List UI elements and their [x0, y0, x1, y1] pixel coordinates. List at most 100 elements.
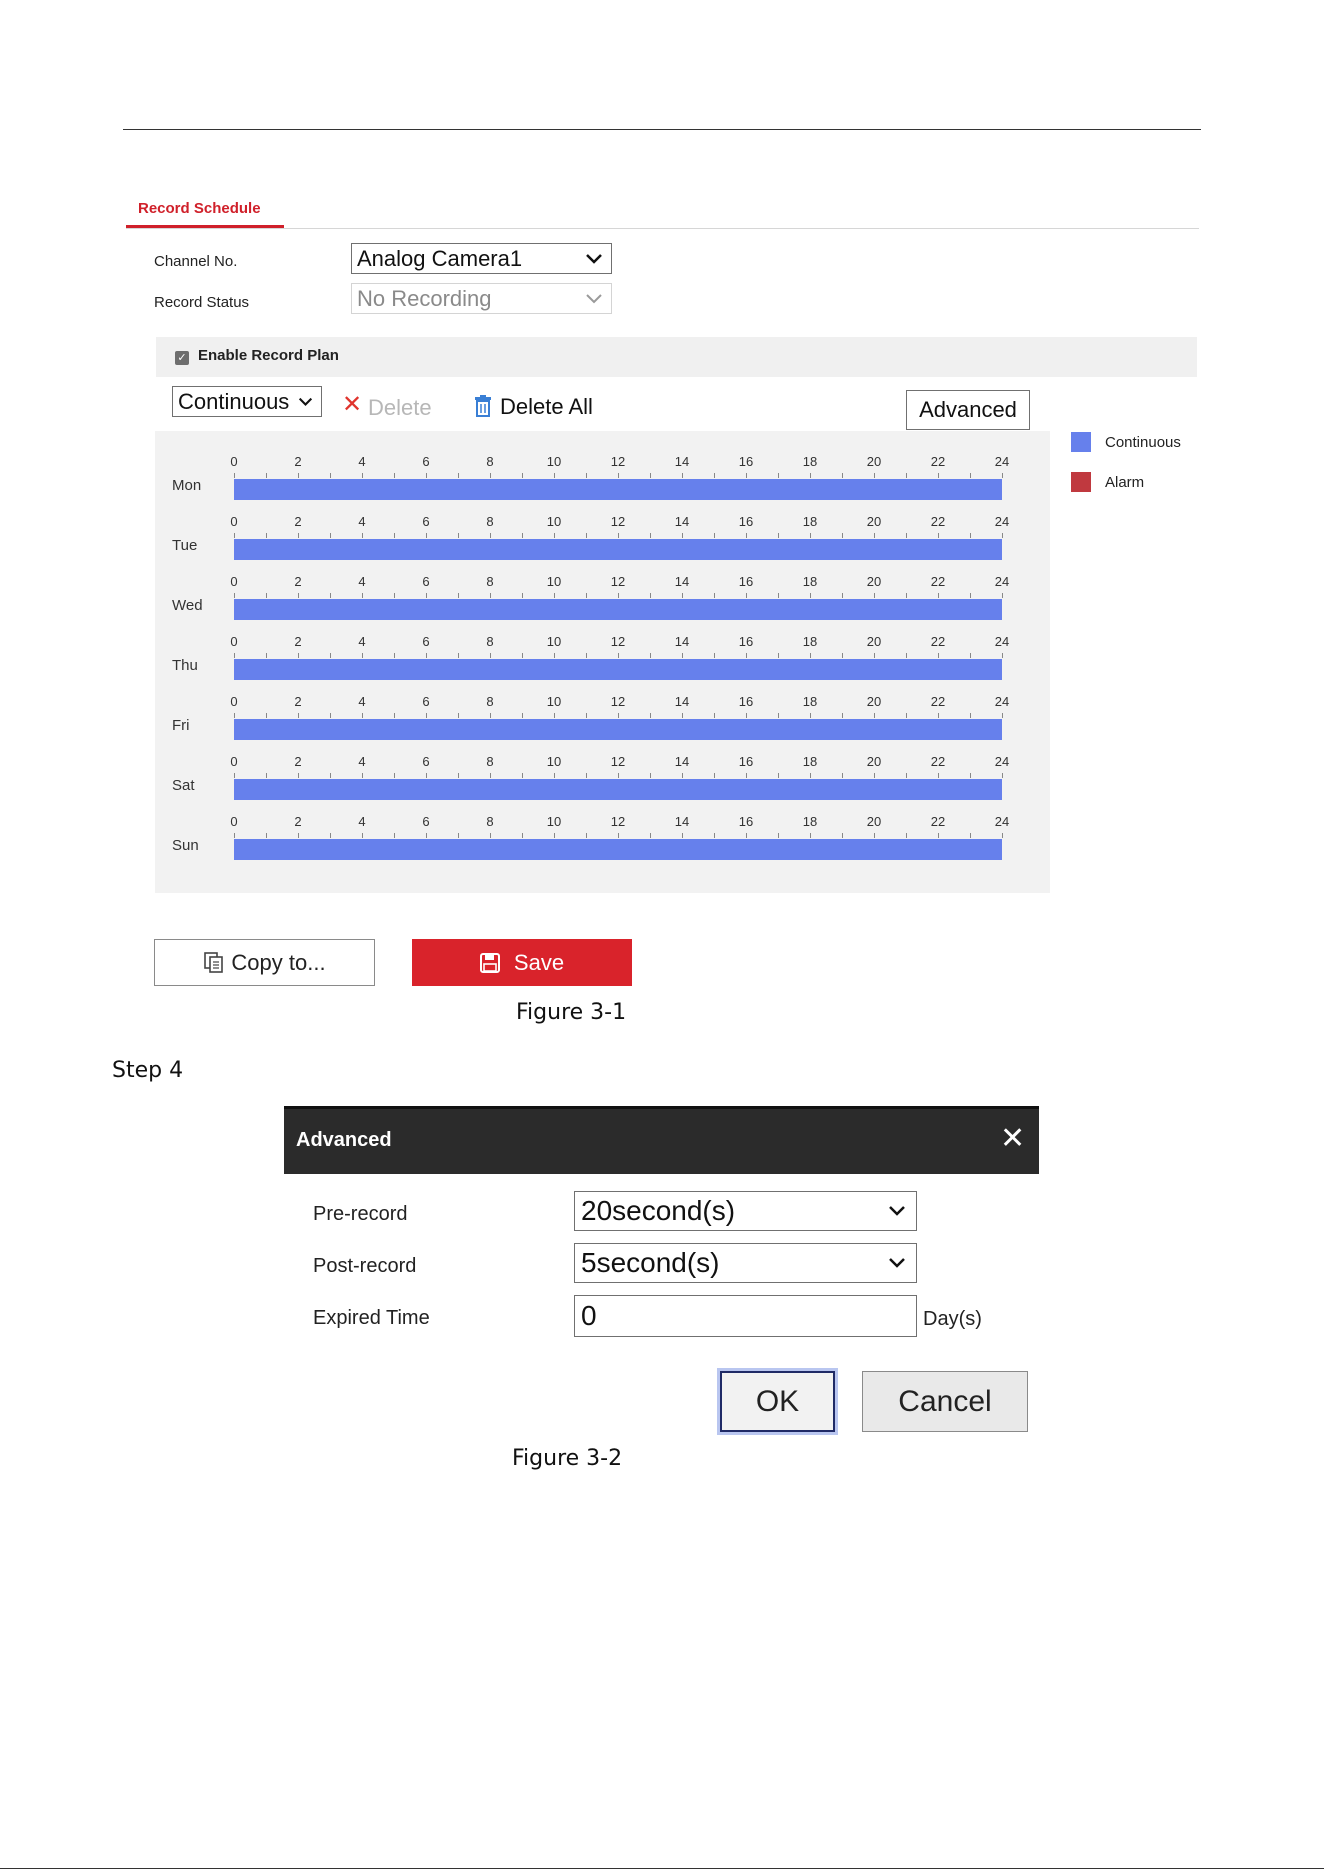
hour-tick-label: 4: [358, 814, 366, 829]
page-header-rule: [123, 129, 1201, 130]
chevron-down-icon: [586, 293, 602, 303]
hour-tick-mark: [1002, 653, 1003, 658]
record-type-select[interactable]: Continuous: [172, 386, 322, 417]
copy-icon: [204, 951, 224, 973]
hour-tick-mark: [586, 593, 587, 598]
hour-tick-label: 18: [802, 574, 818, 589]
hour-tick-label: 16: [738, 574, 754, 589]
pre-record-value: 20second(s): [581, 1195, 736, 1226]
tab-record-schedule[interactable]: Record Schedule: [138, 200, 261, 217]
record-status-value: No Recording: [357, 285, 492, 311]
hour-tick-label: 10: [546, 454, 562, 469]
hour-tick-mark: [714, 593, 715, 598]
hour-tick-mark: [522, 653, 523, 658]
save-button[interactable]: Save: [412, 939, 632, 986]
hour-tick-label: 24: [994, 754, 1010, 769]
hour-tick-mark: [810, 833, 811, 838]
schedule-row-fri[interactable]: Fri 0 2 4 6 8 10 12 14 16 18 20 22 24: [155, 671, 1050, 740]
schedule-row-tue[interactable]: Tue 0 2 4 6 8 10 12 14 16 18 20 22 24: [155, 491, 1050, 560]
hour-tick-label: 2: [294, 454, 302, 469]
pre-record-select[interactable]: 20second(s): [574, 1191, 917, 1231]
hour-tick-mark: [682, 653, 683, 658]
copy-to-label: Copy to...: [231, 949, 326, 975]
floppy-disk-icon: [479, 952, 500, 973]
hour-tick-mark: [458, 713, 459, 718]
schedule-row-wed[interactable]: Wed 0 2 4 6 8 10 12 14 16 18 20 22 24: [155, 551, 1050, 620]
hour-tick-mark: [1002, 533, 1003, 538]
hour-tick-label: 14: [674, 694, 690, 709]
pre-record-label: Pre-record: [313, 1203, 408, 1225]
delete-button[interactable]: Delete: [368, 395, 432, 421]
step-label: Step 4: [112, 1058, 184, 1083]
hour-tick-mark: [906, 473, 907, 478]
hour-tick-mark: [618, 713, 619, 718]
schedule-row-mon[interactable]: Mon 0 2 4 6 8 10 12 14 16 18 20 22 24: [155, 431, 1050, 500]
hour-tick-label: 8: [486, 514, 494, 529]
hour-tick-mark: [714, 533, 715, 538]
hour-tick-label: 22: [930, 634, 946, 649]
hour-tick-mark: [362, 833, 363, 838]
enable-record-plan-checkbox[interactable]: ✓: [175, 351, 189, 365]
hour-tick-mark: [362, 533, 363, 538]
schedule-row-thu[interactable]: Thu 0 2 4 6 8 10 12 14 16 18 20 22 24: [155, 611, 1050, 680]
delete-all-button[interactable]: Delete All: [500, 394, 593, 420]
hour-tick-label: 16: [738, 634, 754, 649]
hour-tick-mark: [330, 773, 331, 778]
hour-tick-label: 4: [358, 754, 366, 769]
hour-tick-mark: [362, 713, 363, 718]
hour-tick-mark: [714, 713, 715, 718]
ok-button[interactable]: OK: [720, 1371, 835, 1432]
hour-tick-mark: [938, 833, 939, 838]
hour-tick-mark: [266, 833, 267, 838]
hour-tick-mark: [778, 713, 779, 718]
hour-tick-label: 10: [546, 694, 562, 709]
advanced-button[interactable]: Advanced: [906, 390, 1030, 430]
hour-tick-mark: [906, 833, 907, 838]
hour-tick-mark: [1002, 593, 1003, 598]
hour-tick-mark: [490, 713, 491, 718]
hour-tick-label: 8: [486, 694, 494, 709]
hour-tick-label: 12: [610, 634, 626, 649]
hour-tick-label: 2: [294, 814, 302, 829]
hour-tick-label: 14: [674, 814, 690, 829]
hour-tick-mark: [842, 593, 843, 598]
legend-label-continuous: Continuous: [1105, 434, 1181, 451]
post-record-value: 5second(s): [581, 1247, 720, 1278]
hour-tick-mark: [234, 833, 235, 838]
hour-tick-mark: [842, 773, 843, 778]
schedule-row-sat[interactable]: Sat 0 2 4 6 8 10 12 14 16 18 20 22 24: [155, 731, 1050, 800]
hour-tick-mark: [394, 593, 395, 598]
hour-tick-label: 18: [802, 814, 818, 829]
hour-tick-label: 2: [294, 694, 302, 709]
hour-tick-label: 20: [866, 694, 882, 709]
hour-tick-mark: [842, 713, 843, 718]
hour-tick-mark: [874, 773, 875, 778]
hour-tick-label: 0: [230, 754, 238, 769]
channel-no-select[interactable]: Analog Camera1: [351, 243, 612, 274]
hour-tick-label: 16: [738, 814, 754, 829]
hour-tick-label: 10: [546, 754, 562, 769]
hour-tick-mark: [650, 593, 651, 598]
hour-tick-label: 10: [546, 634, 562, 649]
schedule-bar-sun[interactable]: [234, 839, 1002, 860]
hour-tick-mark: [842, 833, 843, 838]
schedule-row-sun[interactable]: Sun 0 2 4 6 8 10 12 14 16 18 20 22 24: [155, 791, 1050, 860]
cancel-button[interactable]: Cancel: [862, 1371, 1028, 1432]
hour-tick-mark: [1002, 473, 1003, 478]
post-record-select[interactable]: 5second(s): [574, 1243, 917, 1283]
hour-tick-mark: [554, 653, 555, 658]
hour-tick-mark: [842, 653, 843, 658]
hour-tick-mark: [330, 833, 331, 838]
close-icon[interactable]: ✕: [1000, 1124, 1025, 1154]
hour-tick-mark: [298, 593, 299, 598]
hour-tick-mark: [906, 533, 907, 538]
hour-tick-mark: [394, 473, 395, 478]
hour-tick-label: 24: [994, 634, 1010, 649]
copy-to-button[interactable]: Copy to...: [154, 939, 375, 986]
hour-tick-label: 24: [994, 514, 1010, 529]
expired-time-input[interactable]: 0: [574, 1295, 917, 1337]
hour-tick-label: 8: [486, 574, 494, 589]
hour-tick-mark: [362, 473, 363, 478]
hour-tick-mark: [490, 773, 491, 778]
hour-tick-mark: [458, 473, 459, 478]
